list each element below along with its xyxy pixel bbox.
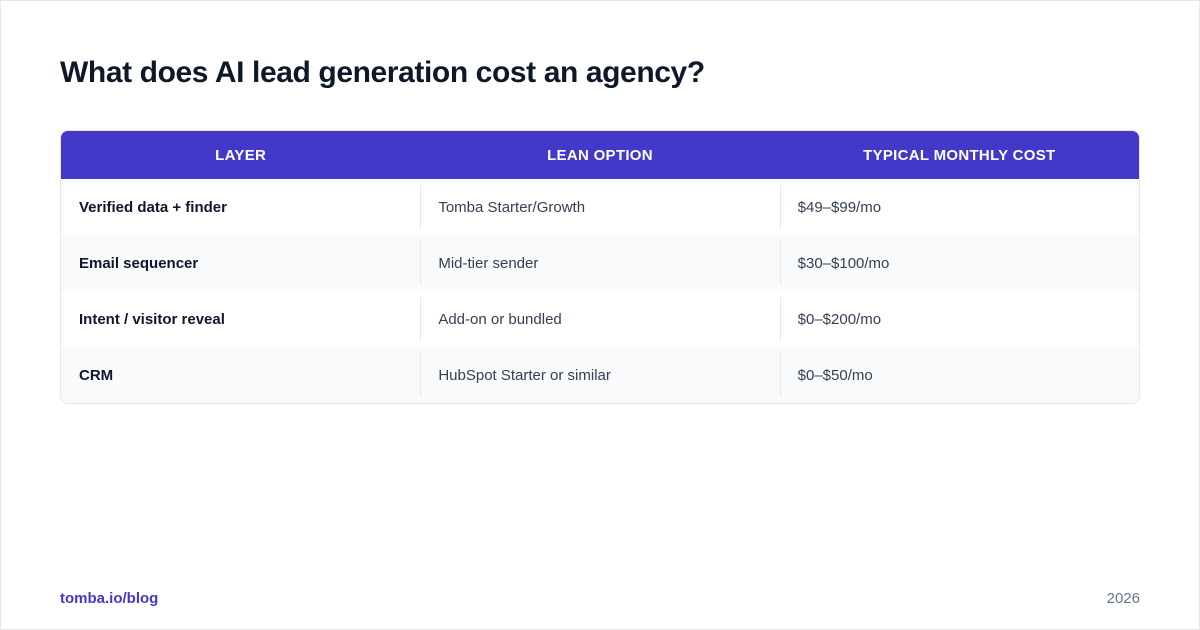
cost-table: LAYER LEAN OPTION TYPICAL MONTHLY COST V… [60, 130, 1140, 404]
lean-option-cell: Mid-tier sender [420, 235, 779, 291]
table-row: Email sequencer Mid-tier sender $30–$100… [61, 235, 1139, 291]
table-row: CRM HubSpot Starter or similar $0–$50/mo [61, 347, 1139, 403]
table-row: Verified data + finder Tomba Starter/Gro… [61, 179, 1139, 235]
header-monthly-cost: TYPICAL MONTHLY COST [863, 146, 1056, 164]
table-header: LAYER LEAN OPTION TYPICAL MONTHLY COST [61, 131, 1139, 179]
header-layer: LAYER [215, 146, 267, 164]
header-lean-option: LEAN OPTION [547, 146, 653, 164]
lean-option-cell: Tomba Starter/Growth [420, 179, 779, 235]
year-label: 2026 [1106, 590, 1140, 607]
table-row: Intent / visitor reveal Add-on or bundle… [61, 291, 1139, 347]
lean-option-cell: HubSpot Starter or similar [420, 347, 779, 403]
monthly-cost-cell: $49–$99/mo [779, 179, 1139, 235]
layer-cell: Email sequencer [79, 254, 199, 272]
layer-cell: CRM [79, 366, 114, 384]
page-title: What does AI lead generation cost an age… [60, 56, 705, 89]
source-link[interactable]: tomba.io/blog [60, 590, 158, 607]
monthly-cost-cell: $30–$100/mo [779, 235, 1139, 291]
monthly-cost-cell: $0–$200/mo [779, 291, 1139, 347]
monthly-cost-cell: $0–$50/mo [779, 347, 1139, 403]
layer-cell: Verified data + finder [79, 198, 227, 216]
layer-cell: Intent / visitor reveal [79, 310, 225, 328]
lean-option-cell: Add-on or bundled [420, 291, 779, 347]
